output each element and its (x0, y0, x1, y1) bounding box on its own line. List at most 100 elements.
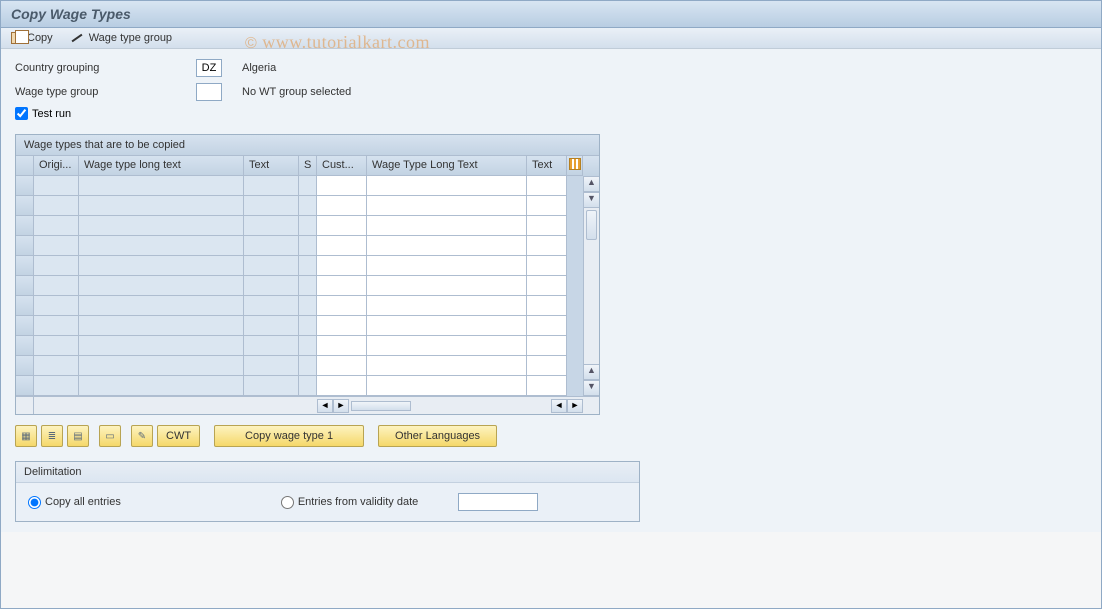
cell-s[interactable] (299, 256, 317, 276)
col-header-selector[interactable] (16, 156, 34, 176)
cell-text-1[interactable] (244, 196, 299, 216)
copy-all-entries-radio-wrap[interactable]: Copy all entries (28, 496, 121, 509)
copy-all-entries-radio[interactable] (28, 496, 41, 509)
scroll-down-button-top[interactable]: ▼ (584, 192, 599, 208)
table-row[interactable] (16, 296, 583, 316)
cell-text-2[interactable] (527, 216, 567, 236)
row-selector[interactable] (16, 356, 34, 376)
cell-wage-type-long-text-1[interactable] (79, 196, 244, 216)
cell-text-1[interactable] (244, 176, 299, 196)
cell-wage-type-long-text-1[interactable] (79, 376, 244, 396)
cell-text-1[interactable] (244, 376, 299, 396)
row-selector[interactable] (16, 216, 34, 236)
cell-wage-type-long-text-1[interactable] (79, 296, 244, 316)
cell-s[interactable] (299, 336, 317, 356)
cell-wage-type-long-text-1[interactable] (79, 356, 244, 376)
row-selector[interactable] (16, 336, 34, 356)
cell-text-2[interactable] (527, 316, 567, 336)
table-row[interactable] (16, 376, 583, 396)
table-row[interactable] (16, 176, 583, 196)
cell-text-2[interactable] (527, 236, 567, 256)
cell-origi[interactable] (34, 256, 79, 276)
cell-wage-type-long-text-1[interactable] (79, 176, 244, 196)
hscroll-left-button-1[interactable]: ◄ (317, 399, 333, 413)
cell-wage-type-long-text-1[interactable] (79, 216, 244, 236)
cell-text-2[interactable] (527, 256, 567, 276)
cell-cust[interactable] (317, 176, 367, 196)
cell-wage-type-long-text-2[interactable] (367, 196, 527, 216)
cwt-button[interactable]: CWT (157, 425, 200, 447)
cell-s[interactable] (299, 276, 317, 296)
col-header-text-1[interactable]: Text (244, 156, 299, 176)
entries-from-validity-radio-wrap[interactable]: Entries from validity date (281, 496, 418, 509)
wage-type-group-button[interactable]: Wage type group (71, 32, 172, 44)
icon-button-4[interactable]: ▭ (99, 425, 121, 447)
cell-text-2[interactable] (527, 276, 567, 296)
cell-origi[interactable] (34, 376, 79, 396)
col-header-origi[interactable]: Origi... (34, 156, 79, 176)
cell-cust[interactable] (317, 336, 367, 356)
cell-text-1[interactable] (244, 356, 299, 376)
wage-type-group-code-input[interactable] (196, 83, 222, 101)
hscroll-right-button-2[interactable]: ► (567, 399, 583, 413)
icon-button-2[interactable]: ≣ (41, 425, 63, 447)
table-row[interactable] (16, 196, 583, 216)
cell-s[interactable] (299, 376, 317, 396)
cell-text-1[interactable] (244, 216, 299, 236)
cell-cust[interactable] (317, 276, 367, 296)
table-row[interactable] (16, 256, 583, 276)
cell-origi[interactable] (34, 236, 79, 256)
other-languages-button[interactable]: Other Languages (378, 425, 497, 447)
row-selector[interactable] (16, 296, 34, 316)
col-header-cust[interactable]: Cust... (317, 156, 367, 176)
cell-text-2[interactable] (527, 196, 567, 216)
col-header-wage-type-long-text-2[interactable]: Wage Type Long Text (367, 156, 527, 176)
cell-cust[interactable] (317, 296, 367, 316)
cell-wage-type-long-text-2[interactable] (367, 276, 527, 296)
icon-button-5[interactable]: ✎ (131, 425, 153, 447)
cell-text-1[interactable] (244, 236, 299, 256)
cell-wage-type-long-text-2[interactable] (367, 296, 527, 316)
cell-text-1[interactable] (244, 276, 299, 296)
icon-button-3[interactable]: ▤ (67, 425, 89, 447)
cell-wage-type-long-text-1[interactable] (79, 336, 244, 356)
table-row[interactable] (16, 336, 583, 356)
hscroll-left-button-2[interactable]: ◄ (551, 399, 567, 413)
cell-wage-type-long-text-2[interactable] (367, 236, 527, 256)
col-header-wage-type-long-text-1[interactable]: Wage type long text (79, 156, 244, 176)
scroll-down-button[interactable]: ▼ (584, 380, 599, 396)
cell-s[interactable] (299, 196, 317, 216)
entries-from-validity-radio[interactable] (281, 496, 294, 509)
table-row[interactable] (16, 316, 583, 336)
cell-text-2[interactable] (527, 356, 567, 376)
cell-text-1[interactable] (244, 316, 299, 336)
test-run-checkbox[interactable] (15, 107, 28, 120)
row-selector[interactable] (16, 276, 34, 296)
copy-wage-type-1-button[interactable]: Copy wage type 1 (214, 425, 364, 447)
col-header-config[interactable] (567, 156, 583, 176)
cell-origi[interactable] (34, 316, 79, 336)
row-selector[interactable] (16, 176, 34, 196)
cell-wage-type-long-text-2[interactable] (367, 176, 527, 196)
cell-s[interactable] (299, 296, 317, 316)
cell-wage-type-long-text-1[interactable] (79, 316, 244, 336)
cell-text-1[interactable] (244, 296, 299, 316)
cell-text-1[interactable] (244, 336, 299, 356)
cell-wage-type-long-text-1[interactable] (79, 256, 244, 276)
cell-wage-type-long-text-1[interactable] (79, 236, 244, 256)
cell-wage-type-long-text-2[interactable] (367, 376, 527, 396)
cell-origi[interactable] (34, 196, 79, 216)
cell-wage-type-long-text-1[interactable] (79, 276, 244, 296)
cell-cust[interactable] (317, 376, 367, 396)
hscroll-right-button-1[interactable]: ► (333, 399, 349, 413)
cell-wage-type-long-text-2[interactable] (367, 336, 527, 356)
cell-text-2[interactable] (527, 376, 567, 396)
cell-text-2[interactable] (527, 296, 567, 316)
cell-s[interactable] (299, 176, 317, 196)
cell-cust[interactable] (317, 236, 367, 256)
icon-button-1[interactable]: ▦ (15, 425, 37, 447)
scroll-up-button-bottom[interactable]: ▲ (584, 364, 599, 380)
cell-s[interactable] (299, 356, 317, 376)
cell-text-2[interactable] (527, 336, 567, 356)
cell-wage-type-long-text-2[interactable] (367, 216, 527, 236)
